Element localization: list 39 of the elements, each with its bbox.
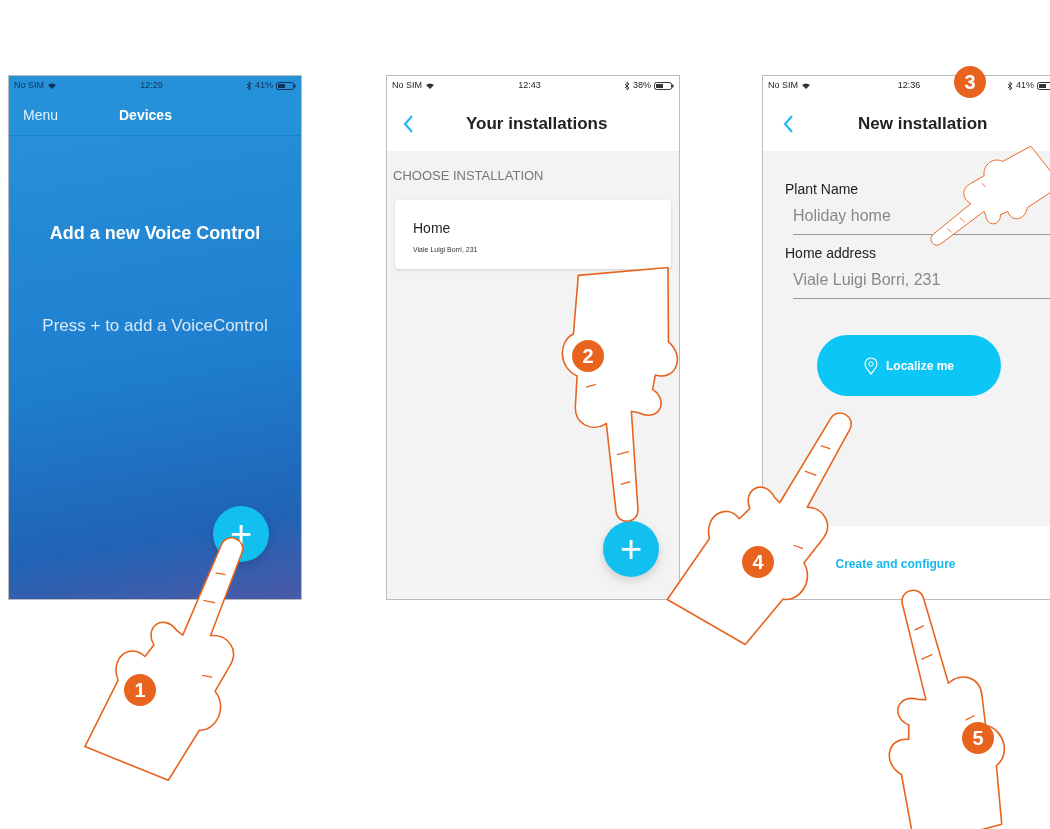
screen-title: New installation: [858, 112, 988, 135]
carrier-label: No SIM: [14, 79, 44, 93]
screen-title: Devices: [119, 106, 172, 125]
carrier-label: No SIM: [768, 79, 798, 93]
battery-icon: [276, 82, 296, 90]
step-badge: 3: [954, 66, 986, 98]
input-field[interactable]: Holiday home: [793, 200, 1050, 235]
clock-label: 12:43: [518, 79, 541, 93]
create-link[interactable]: Create and configure: [835, 555, 956, 573]
heading: Add a new Voice Control: [48, 222, 262, 245]
screen-title: Your installations: [466, 112, 608, 135]
field-label: Home address: [785, 244, 878, 263]
step-badge: 1: [124, 674, 156, 706]
localize-button[interactable]: Localize me: [817, 335, 1001, 396]
step-badge: 5: [962, 722, 994, 754]
bluetooth-icon: [246, 82, 252, 90]
wifi-icon: [425, 83, 435, 89]
carrier-label: No SIM: [392, 79, 422, 93]
battery-label: 41%: [255, 79, 273, 93]
location-pin-icon: [864, 356, 878, 375]
battery-label: 38%: [633, 79, 651, 93]
step-badge: 4: [742, 546, 774, 578]
installation-name: Home: [413, 218, 452, 238]
field-label: Plant Name: [785, 180, 860, 199]
clock-label: 12:36: [897, 79, 921, 93]
wifi-icon: [47, 83, 57, 89]
clock-label: 12:29: [140, 79, 163, 93]
hint-text: Press + to add a VoiceControl: [41, 315, 269, 337]
battery-icon: [654, 82, 674, 90]
step-badge: 2: [572, 340, 604, 372]
back-icon[interactable]: [783, 114, 794, 133]
input-field[interactable]: Viale Luigi Borri, 231: [793, 264, 1050, 299]
bluetooth-icon: [624, 82, 630, 90]
menu-link[interactable]: Menu: [23, 105, 119, 126]
battery-label: 41%: [1016, 79, 1034, 93]
wifi-icon: [801, 83, 811, 89]
bluetooth-icon: [1007, 82, 1013, 90]
back-icon[interactable]: [403, 114, 414, 133]
section-label: CHOOSE INSTALLATION: [392, 167, 545, 185]
